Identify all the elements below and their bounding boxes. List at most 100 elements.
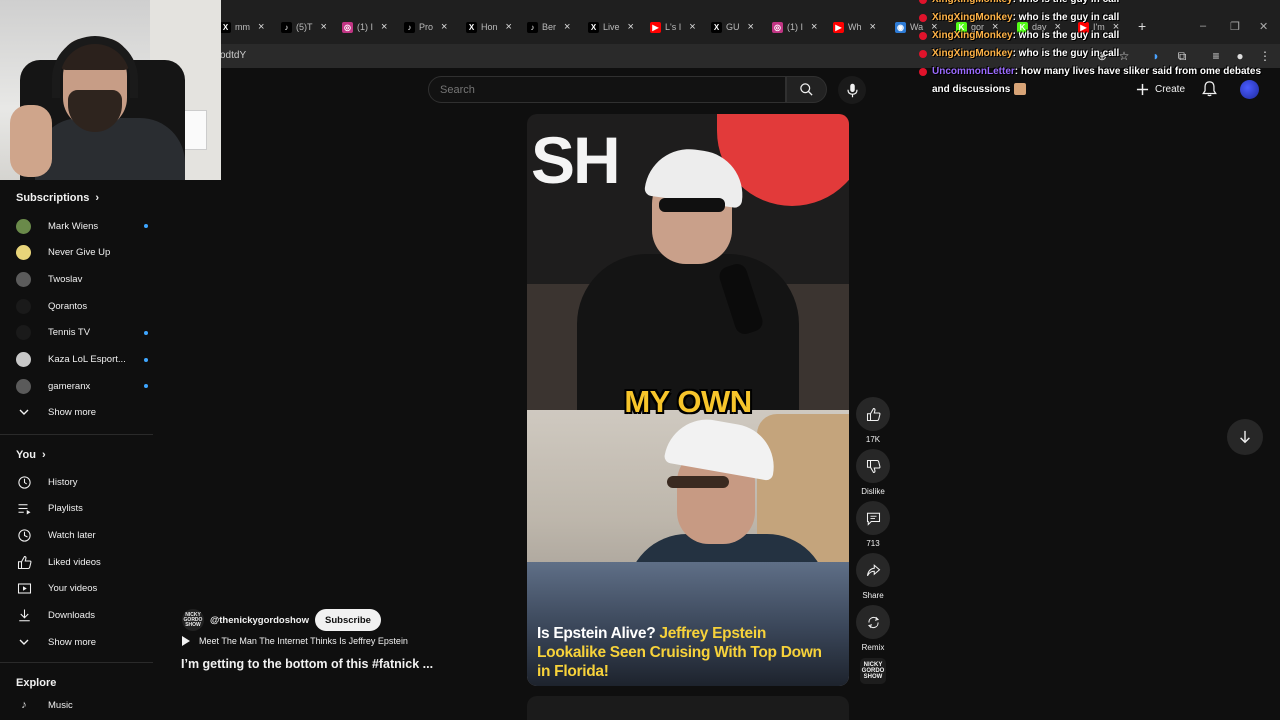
sidebar-item-history[interactable]: History — [16, 472, 140, 492]
like-action[interactable]: 17K — [855, 397, 891, 444]
new-content-dot — [144, 224, 148, 228]
sidebar-item-label: Downloads — [48, 610, 95, 621]
dislike-button[interactable] — [856, 449, 890, 483]
search-input[interactable] — [429, 77, 785, 102]
x-icon: X — [588, 21, 599, 33]
sidebar-item-label: Never Give Up — [48, 247, 111, 259]
channel-avatar-icon — [16, 271, 31, 287]
remix-label: Remix — [861, 643, 885, 652]
your-videos-icon — [16, 581, 32, 597]
sidebar-item-playlists[interactable]: Playlists — [16, 499, 140, 519]
sidebar-item-subscription[interactable]: gameranx — [16, 376, 148, 396]
tab-label: Hon — [481, 22, 498, 32]
close-tab-icon[interactable]: × — [564, 21, 570, 33]
sidebar-item-your-videos[interactable]: Your videos — [16, 579, 140, 599]
browser-tab[interactable]: ◎ (1) I × — [772, 16, 817, 38]
sidebar-item-label: History — [48, 476, 78, 488]
sidebar-item-liked[interactable]: Liked videos — [16, 552, 140, 572]
browser-tab[interactable]: X GU × — [711, 16, 754, 38]
short-video-player[interactable]: SH MY OWN Is Epstein Alive? Jeffrey Epst… — [527, 114, 849, 686]
url-text[interactable]: odtdY — [220, 50, 246, 61]
close-tab-icon[interactable]: × — [381, 21, 387, 33]
show-more-subscriptions[interactable]: Show more — [16, 402, 140, 422]
close-tab-icon[interactable]: × — [506, 21, 512, 33]
dislike-label: Dislike — [861, 487, 885, 496]
short-title[interactable]: I’m getting to the bottom of this #fatni… — [181, 657, 433, 671]
close-tab-icon[interactable]: × — [870, 21, 876, 33]
channel-avatar[interactable]: NICKY GORDO SHOW — [182, 609, 204, 631]
show-more-you[interactable]: Show more — [16, 632, 140, 652]
sidebar-item-watch-later[interactable]: Watch later — [16, 525, 140, 545]
browser-tab[interactable]: ♪ (5)T × — [281, 16, 327, 38]
new-content-dot — [144, 330, 148, 335]
channel-handle[interactable]: @thenickygordoshow — [210, 615, 309, 626]
show-more-label: Show more — [48, 636, 97, 648]
browser-tab[interactable]: ♪ Ber × — [527, 16, 570, 38]
new-content-dot — [144, 357, 148, 362]
dislike-action[interactable]: Dislike — [855, 449, 891, 496]
sidebar-divider — [0, 434, 153, 435]
sidebar-item-music[interactable]: ♪ Music — [16, 698, 140, 712]
remix-button[interactable] — [856, 605, 890, 639]
bell-icon — [1202, 81, 1217, 97]
sidebar-item-subscription[interactable]: Tennis TV — [16, 323, 148, 343]
share-label: Share — [862, 591, 884, 600]
search-button[interactable] — [786, 76, 827, 103]
sidebar-item-subscription[interactable]: Qorantos — [16, 296, 140, 316]
comments-action[interactable]: 713 — [855, 501, 891, 548]
browser-tab[interactable]: ▶ Wh × — [833, 16, 876, 38]
close-tab-icon[interactable]: × — [748, 21, 754, 33]
tab-label: (1) I — [357, 22, 374, 32]
like-button[interactable] — [856, 397, 890, 431]
comments-button[interactable] — [856, 501, 890, 535]
browser-tab[interactable]: ▶ L's I × — [650, 16, 696, 38]
browser-tab[interactable]: X Live × — [588, 16, 634, 38]
notifications-button[interactable] — [1202, 81, 1217, 97]
sidebar-divider — [0, 662, 153, 663]
share-button[interactable] — [856, 553, 890, 587]
browser-tab[interactable]: ♪ Pro × — [404, 16, 447, 38]
close-tab-icon[interactable]: × — [689, 21, 695, 33]
play-icon — [182, 636, 190, 646]
next-short-button[interactable] — [1227, 419, 1263, 455]
voice-search-button[interactable] — [838, 76, 866, 104]
create-button[interactable]: Create — [1130, 78, 1191, 100]
tab-label: Live — [603, 22, 620, 32]
browser-tab[interactable]: ◎ (1) I × — [342, 16, 387, 38]
browser-tab[interactable]: X Hon × — [466, 16, 512, 38]
remix-action[interactable]: Remix — [855, 605, 891, 652]
close-tab-icon[interactable]: × — [258, 21, 264, 33]
chat-message: XingXingMonkey: who is the guy in call — [916, 45, 1276, 63]
you-heading[interactable]: You › — [16, 449, 46, 461]
search-box[interactable] — [428, 76, 786, 103]
sidebar-item-label: Mark Wiens — [48, 220, 99, 232]
account-avatar[interactable] — [1240, 80, 1259, 99]
tab-label: GU — [726, 22, 740, 32]
channel-logo[interactable]: NICKY GORDO SHOW — [860, 658, 886, 684]
channel-avatar-icon — [16, 352, 31, 367]
close-tab-icon[interactable]: × — [628, 21, 634, 33]
chat-text: : who is the guy in call — [1012, 48, 1120, 59]
share-icon — [866, 563, 880, 576]
close-tab-icon[interactable]: × — [321, 21, 327, 33]
next-short-preview[interactable] — [527, 696, 849, 720]
related-video-link[interactable]: Meet The Man The Internet Thinks Is Jeff… — [182, 636, 408, 646]
new-content-dot — [144, 384, 148, 389]
share-action[interactable]: Share — [855, 553, 891, 600]
close-tab-icon[interactable]: × — [811, 21, 817, 33]
sidebar-item-subscription[interactable]: Kaza LoL Esport... — [16, 350, 148, 370]
tab-label: Ber — [542, 22, 557, 32]
studio-sign-text: SH — [531, 123, 621, 197]
close-tab-icon[interactable]: × — [441, 21, 447, 33]
browser-tab[interactable]: Xmm × — [220, 16, 264, 38]
sidebar-item-downloads[interactable]: Downloads — [16, 606, 140, 626]
sidebar-item-subscription[interactable]: Mark Wiens — [16, 216, 148, 236]
sidebar-item-subscription[interactable]: Never Give Up — [16, 243, 140, 263]
sidebar-item-label: Music — [48, 699, 73, 711]
subscriptions-heading[interactable]: Subscriptions › — [16, 192, 99, 204]
subscribe-button[interactable]: Subscribe — [315, 609, 381, 631]
channel-avatar-icon — [16, 325, 31, 341]
chevron-down-icon — [16, 634, 32, 650]
sidebar-item-label: Your videos — [48, 583, 98, 595]
sidebar-item-subscription[interactable]: Twoslav — [16, 269, 140, 289]
